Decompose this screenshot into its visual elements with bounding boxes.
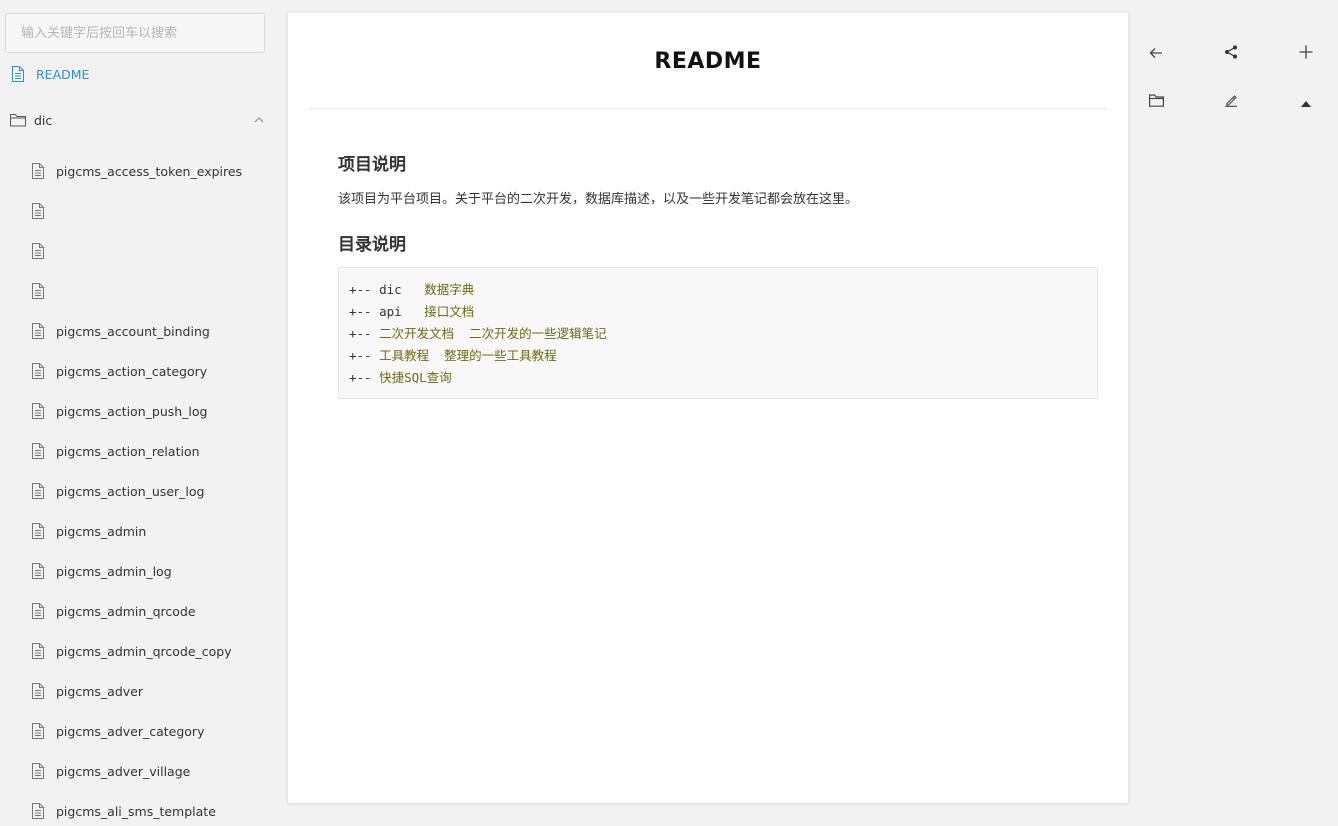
code-line: +-- 工具教程 整理的一些工具教程	[349, 348, 557, 363]
document-icon	[30, 363, 46, 379]
sidebar-file-item[interactable]: pigcms_adver_category	[30, 723, 204, 739]
document-icon	[30, 763, 46, 779]
sidebar-file-label: pigcms_adver_category	[56, 723, 205, 739]
sidebar-file-label: pigcms_action_category	[56, 363, 208, 379]
back-button[interactable]	[1141, 38, 1171, 68]
sidebar-file-label: pigcms_admin_qrcode_copy	[56, 643, 232, 659]
document-icon	[30, 803, 46, 819]
code-line: +-- dic 数据字典	[349, 282, 475, 297]
search-input[interactable]	[5, 13, 265, 53]
sidebar-file-label: pigcms_action_relation	[56, 443, 200, 459]
folder-icon	[1148, 92, 1164, 111]
document-icon	[30, 163, 46, 179]
document-card: README 项目说明 该项目为平台项目。关于平台的二次开发，数据库描述，以及一…	[288, 13, 1128, 803]
add-button[interactable]	[1291, 38, 1321, 68]
document-icon	[30, 643, 46, 659]
sidebar-file-item[interactable]	[30, 243, 56, 259]
sidebar-folder-dic[interactable]: dic	[10, 112, 52, 128]
document-icon	[30, 563, 46, 579]
scroll-top-button[interactable]	[1291, 86, 1321, 116]
sidebar-file-label: pigcms_account_binding	[56, 323, 210, 339]
sidebar-file-item[interactable]: pigcms_admin_log	[30, 563, 172, 579]
document-icon	[30, 323, 46, 339]
document-icon	[30, 523, 46, 539]
edit-button[interactable]	[1216, 86, 1246, 116]
sidebar-file-item[interactable]: pigcms_account_binding	[30, 323, 210, 339]
code-block: +-- dic 数据字典 +-- api 接口文档 +-- 二次开发文档 二次开…	[338, 267, 1098, 399]
sidebar-file-item[interactable]: pigcms_admin_qrcode	[30, 603, 196, 619]
sidebar-file-label: pigcms_admin_qrcode	[56, 603, 196, 619]
sidebar-file-item[interactable]: pigcms_action_category	[30, 363, 207, 379]
sidebar-file-item[interactable]: pigcms_action_relation	[30, 443, 200, 459]
back-arrow-icon	[1149, 44, 1163, 63]
sidebar-item-label: README	[36, 66, 90, 82]
document-icon	[30, 723, 46, 739]
sidebar: README dic pigcms_access_token_expirespi…	[0, 0, 275, 826]
plus-icon	[1299, 44, 1313, 63]
edit-icon	[1224, 92, 1238, 111]
sidebar-file-label: pigcms_action_user_log	[56, 483, 205, 499]
document-icon	[30, 243, 46, 259]
sidebar-file-label: pigcms_action_push_log	[56, 403, 208, 419]
document-icon	[30, 683, 46, 699]
document-icon	[10, 66, 26, 82]
document-icon	[30, 603, 46, 619]
sidebar-file-item[interactable]: pigcms_ali_sms_template	[30, 803, 216, 819]
code-line: +-- 二次开发文档 二次开发的一些逻辑笔记	[349, 326, 607, 341]
sidebar-file-label: pigcms_adver_village	[56, 763, 191, 779]
sidebar-item-readme[interactable]: README	[10, 66, 89, 82]
sidebar-file-label: pigcms_ali_sms_template	[56, 803, 216, 819]
document-icon	[30, 403, 46, 419]
section-heading-project: 项目说明	[338, 155, 406, 175]
title-divider	[308, 108, 1108, 109]
code-line: +-- api 接口文档	[349, 304, 475, 319]
section-heading-directory: 目录说明	[338, 235, 406, 255]
page-title: README	[654, 49, 762, 74]
sidebar-file-item[interactable]: pigcms_adver_village	[30, 763, 190, 779]
document-icon	[30, 443, 46, 459]
sidebar-file-item[interactable]: pigcms_admin	[30, 523, 146, 539]
sidebar-file-label: pigcms_access_token_expires	[56, 163, 243, 179]
code-line: +-- 快捷SQL查询	[349, 370, 452, 385]
sidebar-file-label: pigcms_admin_log	[56, 563, 172, 579]
sidebar-item-label: dic	[34, 112, 53, 128]
sidebar-file-label: pigcms_adver	[56, 683, 143, 699]
sidebar-file-label: pigcms_admin	[56, 523, 147, 539]
caret-up-icon	[1301, 92, 1311, 111]
share-icon	[1224, 44, 1238, 63]
sidebar-file-item[interactable]: pigcms_action_push_log	[30, 403, 207, 419]
section-paragraph: 该项目为平台项目。关于平台的二次开发，数据库描述，以及一些开发笔记都会放在这里。	[338, 192, 859, 207]
sidebar-file-item[interactable]: pigcms_adver	[30, 683, 143, 699]
folder-icon	[10, 112, 26, 128]
share-button[interactable]	[1216, 38, 1246, 68]
sidebar-file-item[interactable]: pigcms_admin_qrcode_copy	[30, 643, 232, 659]
sidebar-file-item[interactable]	[30, 203, 56, 219]
document-icon	[30, 203, 46, 219]
sidebar-file-item[interactable]: pigcms_access_token_expires	[30, 163, 242, 179]
sidebar-file-item[interactable]: pigcms_action_user_log	[30, 483, 204, 499]
document-icon	[30, 483, 46, 499]
sidebar-file-item[interactable]	[30, 283, 56, 299]
folder-button[interactable]	[1141, 86, 1171, 116]
document-icon	[30, 283, 46, 299]
chevron-up-icon[interactable]	[252, 113, 266, 127]
